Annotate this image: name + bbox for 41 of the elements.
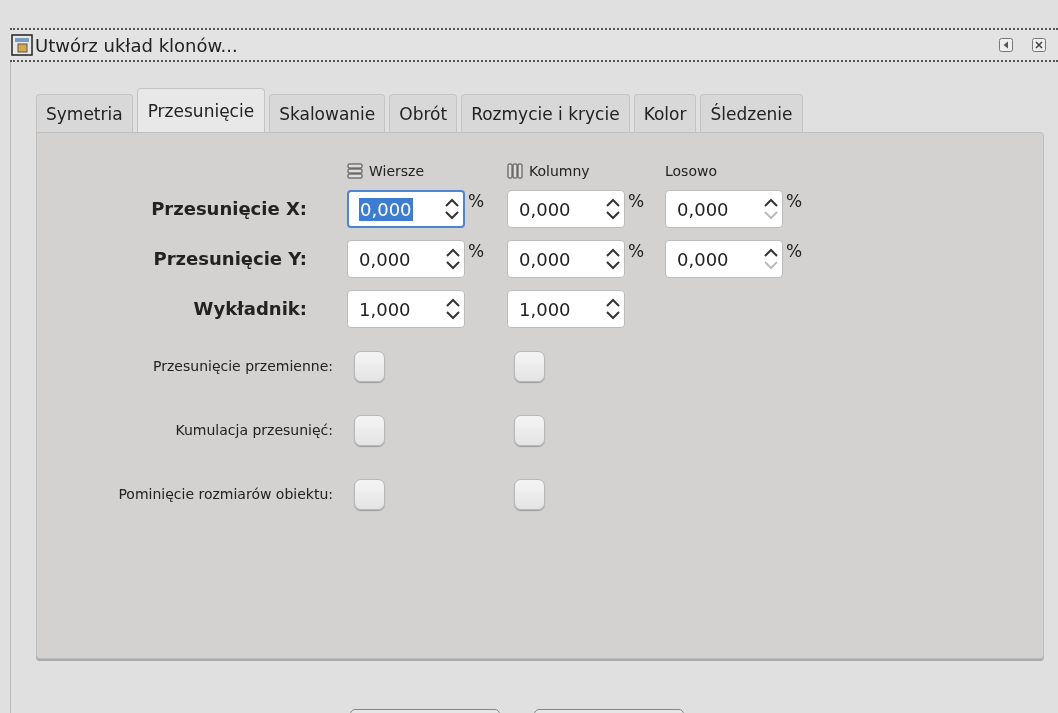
- row-label: Przesunięcie X:: [150, 197, 308, 221]
- tab[interactable]: Obrót: [389, 94, 458, 132]
- checkbox[interactable]: [354, 478, 385, 510]
- unit-label: %: [628, 191, 645, 211]
- column-label: Losowo: [665, 163, 717, 179]
- spin-field[interactable]: 0,000: [665, 240, 783, 278]
- row-label: Przesunięcie przemienne:: [152, 357, 334, 376]
- window-title: Utwórz układ klonów...: [35, 34, 238, 56]
- row-label: Pominięcie rozmiarów obiektu:: [117, 485, 334, 504]
- tab[interactable]: Śledzenie: [700, 94, 803, 132]
- close-icon[interactable]: [1032, 38, 1046, 52]
- spin-field[interactable]: 0,000: [507, 190, 625, 228]
- tab[interactable]: Symetria: [36, 94, 133, 132]
- columns-icon: [507, 163, 523, 179]
- checkbox[interactable]: [354, 350, 385, 382]
- unit-label: %: [786, 191, 803, 211]
- spin-field[interactable]: 0,000: [347, 240, 465, 278]
- spin-field[interactable]: 1,000: [507, 290, 625, 328]
- unit-label: %: [786, 241, 803, 261]
- checkbox[interactable]: [514, 414, 545, 446]
- row-label: Wykładnik:: [192, 297, 308, 321]
- column-label: Kolumny: [529, 163, 590, 179]
- row-label: Kumulacja przesunięć:: [174, 421, 334, 440]
- checkbox[interactable]: [514, 478, 545, 510]
- spin-field[interactable]: 0,000: [507, 240, 625, 278]
- checkbox[interactable]: [354, 414, 385, 446]
- tab[interactable]: Przesunięcie: [136, 88, 266, 132]
- spin-field[interactable]: 0,000: [665, 190, 783, 228]
- unit-label: %: [468, 241, 485, 261]
- unit-label: %: [468, 191, 485, 211]
- spin-field[interactable]: 1,000: [347, 290, 465, 328]
- collapse-icon[interactable]: [999, 38, 1013, 52]
- unit-label: %: [628, 241, 645, 261]
- rows-icon: [347, 163, 363, 179]
- tab[interactable]: Skalowanie: [269, 94, 386, 132]
- checkbox[interactable]: [514, 350, 545, 382]
- spin-field[interactable]: 0,000: [347, 190, 465, 228]
- tab[interactable]: Rozmycie i krycie: [461, 94, 630, 132]
- tab[interactable]: Kolor: [633, 94, 697, 132]
- column-label: Wiersze: [369, 163, 425, 179]
- row-label: Przesunięcie Y:: [152, 247, 308, 271]
